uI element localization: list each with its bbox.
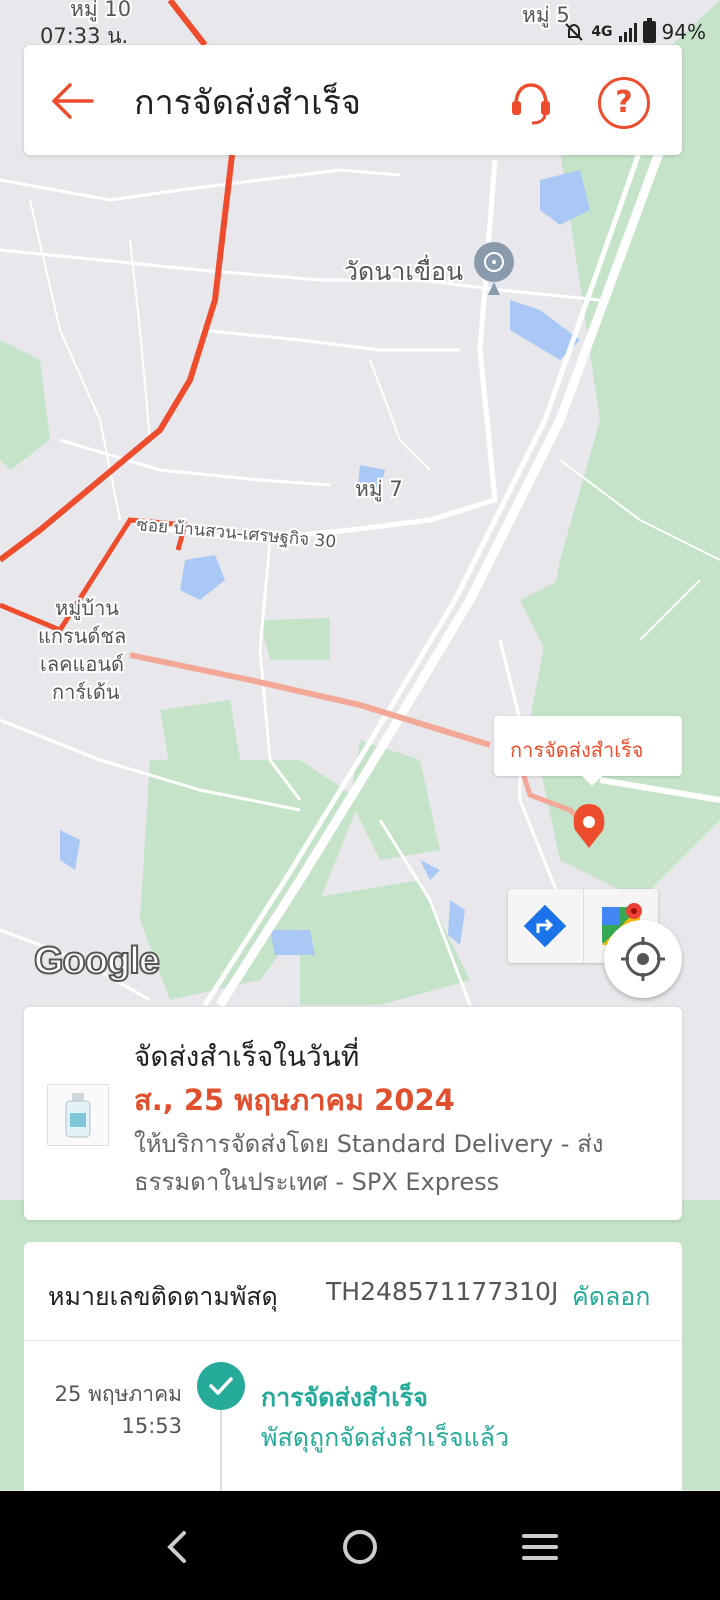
directions-button[interactable]: [508, 889, 584, 963]
top-app-bar: การจัดส่งสำเร็จ ?: [24, 45, 682, 155]
delivered-callout: การจัดส่งสำเร็จ: [494, 716, 682, 786]
crosshair-icon: [621, 937, 665, 981]
nav-back-button[interactable]: [146, 1517, 206, 1577]
my-location-button[interactable]: [604, 920, 682, 998]
tracking-card: หมายเลขติดตามพัสดุ TH248571177310J คัดลอ…: [24, 1242, 682, 1502]
event-datetime: 25 พฤษภาคม 15:53: [48, 1378, 182, 1442]
tracking-number-label: หมายเลขติดตามพัสดุ: [48, 1282, 278, 1311]
delivery-service: ให้บริการจัดส่งโดย Standard Delivery - ส…: [134, 1130, 604, 1196]
nav-home-icon: [343, 1530, 377, 1564]
timeline-line: [220, 1410, 222, 1502]
label-temple: วัดนาเขื่อน: [344, 254, 463, 286]
directions-icon: [523, 904, 567, 948]
tracking-number: TH248571177310J: [326, 1277, 559, 1306]
system-nav-bar: [0, 1491, 720, 1600]
page-title: การจัดส่งสำเร็จ: [134, 83, 361, 123]
copy-button[interactable]: คัดลอก: [572, 1277, 650, 1317]
nav-menu-button[interactable]: [510, 1517, 570, 1577]
label-village-1: หมู่บ้าน: [55, 596, 119, 621]
signal-icon: [618, 22, 637, 42]
label-moo7: หมู่ 7: [355, 477, 403, 502]
battery-level: 94%: [661, 20, 706, 44]
google-logo: Google: [33, 939, 161, 983]
label-village-2: แกรนด์ชล: [38, 624, 126, 648]
event-date: 25 พฤษภาคม: [54, 1382, 182, 1406]
product-thumbnail: [47, 1084, 109, 1146]
delivered-on-label: จัดส่งสำเร็จในวันที่: [134, 1040, 360, 1073]
check-icon: [209, 1377, 233, 1395]
back-arrow-icon: [52, 83, 94, 119]
battery-icon: [642, 18, 656, 43]
back-button[interactable]: [46, 75, 98, 127]
divider: [24, 1340, 682, 1341]
event-status-dot: [197, 1362, 245, 1410]
nav-home-button[interactable]: [330, 1517, 390, 1577]
status-icons: 4G 94%: [563, 18, 706, 44]
delivery-summary-card: จัดส่งสำเร็จในวันที่ ส., 25 พฤษภาคม 2024…: [24, 1007, 682, 1220]
event-title: การจัดส่งสำเร็จ: [261, 1383, 428, 1412]
nav-menu-icon: [522, 1534, 558, 1560]
event-time: 15:53: [121, 1414, 182, 1438]
support-button[interactable]: [506, 77, 556, 127]
network-type: 4G: [591, 24, 613, 40]
product-bottle-icon: [65, 1093, 91, 1138]
delivery-date: ส., 25 พฤษภาคม 2024: [134, 1083, 455, 1117]
label-village-4: การ์เด้น: [52, 680, 120, 704]
callout-label: การจัดส่งสำเร็จ: [510, 738, 644, 762]
status-bar: 07:33 น. 4G 94%: [0, 0, 720, 48]
mute-icon: [565, 23, 584, 41]
help-button[interactable]: ?: [598, 77, 650, 129]
headset-icon: [512, 83, 550, 125]
event-description: พัสดุถูกจัดส่งสำเร็จแล้ว: [261, 1423, 509, 1452]
nav-back-icon: [167, 1531, 186, 1563]
label-village-3: เลคแอนด์: [40, 652, 124, 676]
